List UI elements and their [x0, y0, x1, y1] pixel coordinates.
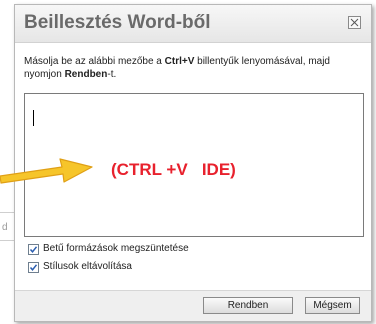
dialog-title: Beillesztés Word-ből: [24, 12, 211, 33]
instruction-suffix: -t.: [107, 69, 117, 80]
text-caret: [33, 110, 34, 126]
checkbox-label: Stílusok eltávolítása: [43, 261, 132, 272]
instruction-button-name: Rendben: [64, 69, 108, 80]
paste-here-annotation: (CTRL +V IDE): [111, 160, 236, 179]
background-text-fragment: d: [2, 222, 8, 233]
checkbox[interactable]: [28, 244, 39, 255]
instruction-text: Másolja be az alábbi mezőbe a Ctrl+V bil…: [24, 55, 362, 81]
cancel-button[interactable]: Mégsem: [305, 297, 360, 314]
instruction-key: Ctrl+V: [164, 56, 195, 67]
close-icon: [350, 18, 359, 27]
background-divider: [0, 212, 14, 213]
checkbox[interactable]: [28, 262, 39, 273]
yellow-arrow-icon: [0, 158, 93, 184]
checkmark-icon: [29, 264, 38, 271]
dialog-button-bar: Rendben Mégsem: [15, 290, 371, 321]
dialog-titlebar: Beillesztés Word-ből: [15, 5, 371, 43]
ok-button[interactable]: Rendben: [203, 297, 293, 314]
close-button[interactable]: [348, 16, 361, 29]
instruction-prefix: Másolja be az alábbi mezőbe a: [24, 56, 165, 67]
checkbox-label: Betű formázások megszüntetése: [43, 243, 189, 254]
checkmark-icon: [29, 246, 38, 253]
background-divider: [0, 240, 14, 241]
